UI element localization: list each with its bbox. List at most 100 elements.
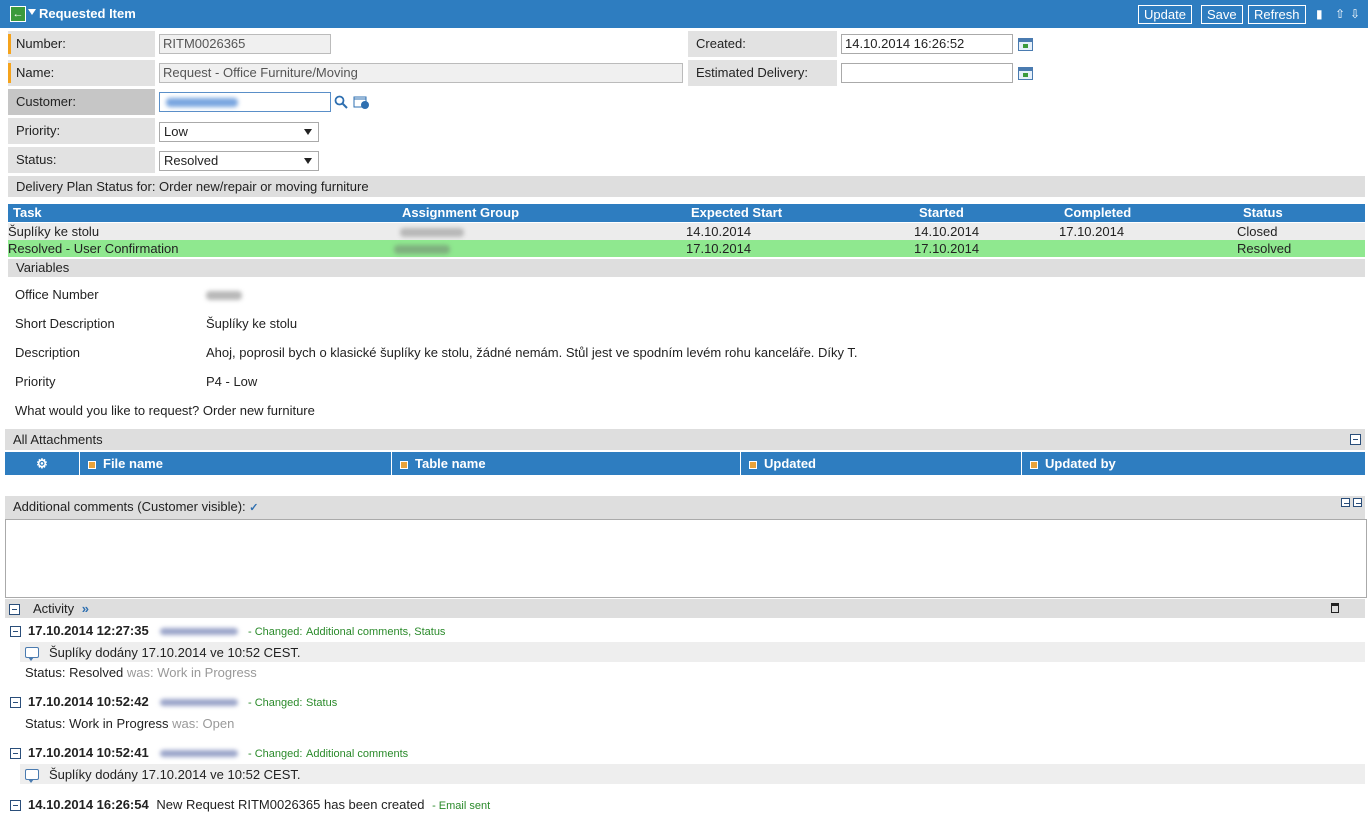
redacted-assignment-group (394, 245, 450, 254)
activity-bar: Activity » (5, 599, 1365, 618)
completed-cell: 17.10.2014 (1059, 224, 1125, 239)
form-header: ← Requested Item Update Save Refresh ▮ ⇧… (0, 0, 1368, 28)
column-updated[interactable]: Updated (740, 452, 1021, 475)
comments-label-bar: Additional comments (Customer visible): … (5, 496, 1365, 519)
previous-record-icon[interactable]: ⇧ (1335, 7, 1345, 21)
activity-status-change: Status: Resolved was: Work in Progress (25, 665, 257, 680)
task-cell[interactable]: Resolved - User Confirmation (8, 240, 179, 257)
comments-label: Additional comments (Customer visible): (13, 499, 246, 514)
activity-comment: Šuplíky dodány 17.10.2014 ve 10:52 CEST. (49, 645, 301, 660)
update-button[interactable]: Update (1138, 5, 1192, 24)
activity-comment: Šuplíky dodány 17.10.2014 ve 10:52 CEST. (49, 767, 301, 782)
search-icon[interactable] (334, 95, 348, 109)
delivery-plan-header: Task Assignment Group Expected Start Sta… (8, 204, 1365, 222)
variable-label: Short Description (15, 316, 115, 331)
customer-label: Customer: (8, 89, 155, 115)
collapse-entry-icon[interactable] (10, 697, 21, 708)
name-label: Name: (8, 60, 155, 86)
mandatory-indicator (8, 34, 11, 54)
status-label: Status: (8, 147, 155, 173)
collapse-icon[interactable] (1350, 434, 1361, 445)
column-assignment-group[interactable]: Assignment Group (402, 205, 519, 220)
attachment-icon[interactable]: ▮ (1316, 7, 1323, 21)
activity-label: Activity (33, 601, 75, 616)
collapse-entry-icon[interactable] (10, 748, 21, 759)
context-menu-icon[interactable] (28, 9, 36, 15)
number-label: Number: (8, 31, 155, 57)
started-cell: 17.10.2014 (914, 241, 980, 256)
sort-icon (1030, 460, 1038, 469)
activity-entry-header: 17.10.2014 10:52:41 - Changed: Additiona… (28, 745, 409, 760)
variable-value: Šuplíky ke stolu (206, 316, 298, 331)
created-label: Created: (688, 31, 837, 57)
collapse-entry-icon[interactable] (10, 800, 21, 811)
collapse-icon[interactable] (1341, 498, 1350, 507)
variable-label: Office Number (15, 287, 99, 302)
column-task[interactable]: Task (13, 205, 42, 220)
comment-icon (25, 647, 39, 661)
variable-value: P4 - Low (206, 374, 258, 389)
comments-textarea[interactable] (5, 519, 1367, 598)
comment-icon (25, 769, 39, 783)
attachments-header: ⚙ File name Table name Updated Updated b… (5, 452, 1365, 475)
variable-question: What would you like to request? Order ne… (15, 403, 315, 418)
refresh-button[interactable]: Refresh (1248, 5, 1306, 24)
mandatory-indicator (8, 63, 11, 83)
table-row[interactable]: Resolved - User Confirmation 17.10.2014 … (8, 240, 1365, 257)
redacted-user (160, 628, 239, 635)
expected-start-cell: 14.10.2014 (686, 224, 752, 239)
expand-activity-icon[interactable]: » (82, 601, 89, 616)
activity-entry-header: 14.10.2014 16:26:54 New Request RITM0026… (28, 797, 491, 812)
attachments-title: All Attachments (5, 429, 1365, 450)
form-title: Requested Item (39, 6, 136, 21)
activity-filter-icon[interactable] (1331, 603, 1339, 613)
sort-icon (749, 460, 757, 469)
redacted-assignment-group (400, 228, 464, 237)
priority-label: Priority: (8, 118, 155, 144)
redacted-office-number (206, 291, 242, 300)
column-completed[interactable]: Completed (1064, 205, 1131, 220)
gear-icon[interactable]: ⚙ (5, 452, 79, 475)
customer-field[interactable] (159, 92, 331, 112)
priority-select[interactable]: Low (159, 122, 319, 142)
variable-label: Priority (15, 374, 56, 389)
column-started[interactable]: Started (919, 205, 964, 220)
calendar-icon[interactable] (1018, 67, 1033, 80)
column-file-name[interactable]: File name (79, 452, 391, 475)
spell-check-icon[interactable]: ✓ (249, 502, 258, 514)
estimated-delivery-field[interactable] (841, 63, 1013, 83)
sort-icon (88, 460, 96, 469)
back-arrow-icon[interactable]: ← (10, 6, 26, 22)
collapse-entry-icon[interactable] (10, 626, 21, 637)
status-cell: Resolved (1237, 241, 1292, 256)
delivery-plan-title: Delivery Plan Status for: Order new/repa… (8, 176, 1365, 197)
redacted-user (160, 750, 239, 757)
estimated-delivery-label: Estimated Delivery: (688, 60, 837, 86)
created-field[interactable]: 14.10.2014 16:26:52 (841, 34, 1013, 54)
status-select[interactable]: Resolved (159, 151, 319, 171)
sort-icon (400, 460, 408, 469)
variable-value: Ahoj, poprosil bych o klasické šuplíky k… (206, 345, 858, 360)
variable-label: Description (15, 345, 81, 360)
task-cell[interactable]: Šuplíky ke stolu (8, 223, 99, 240)
column-expected-start[interactable]: Expected Start (691, 205, 782, 220)
expected-start-cell: 17.10.2014 (686, 241, 752, 256)
table-row[interactable]: Šuplíky ke stolu 14.10.2014 14.10.2014 1… (8, 223, 1365, 240)
activity-entry-header: 17.10.2014 10:52:42 - Changed: Status (28, 694, 338, 709)
variables-title: Variables (8, 259, 1365, 277)
save-button[interactable]: Save (1201, 5, 1243, 24)
redacted-customer (166, 98, 238, 107)
next-record-icon[interactable]: ⇩ (1350, 7, 1360, 21)
calendar-icon[interactable] (1018, 38, 1033, 51)
collapse-activity-icon[interactable] (9, 604, 20, 615)
status-cell: Closed (1237, 224, 1278, 239)
redacted-user (160, 699, 239, 706)
column-updated-by[interactable]: Updated by (1021, 452, 1365, 475)
name-field[interactable]: Request - Office Furniture/Moving (159, 63, 683, 83)
activity-status-change: Status: Work in Progress was: Open (25, 716, 235, 731)
number-field[interactable]: RITM0026365 (159, 34, 331, 54)
column-table-name[interactable]: Table name (391, 452, 740, 475)
column-status[interactable]: Status (1243, 205, 1283, 220)
reference-info-icon[interactable] (353, 96, 371, 113)
expand-icon[interactable] (1353, 498, 1362, 507)
